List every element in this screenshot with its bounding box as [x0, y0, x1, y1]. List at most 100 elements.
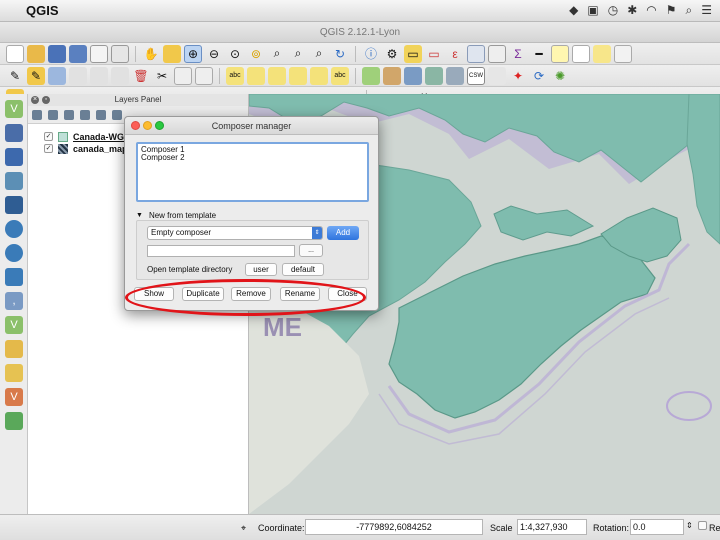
template-path-field[interactable]: [147, 245, 295, 257]
toggle-editing-icon[interactable]: ✎: [27, 66, 45, 85]
add-postgis-layer-icon[interactable]: [5, 148, 23, 166]
rotation-field[interactable]: 0.0: [630, 519, 684, 535]
measure-icon[interactable]: ━: [530, 45, 548, 63]
action-icon[interactable]: ⚙: [383, 45, 401, 63]
label-move-icon[interactable]: [289, 66, 307, 85]
add-raster-layer-icon[interactable]: [5, 124, 23, 142]
paste-features-icon[interactable]: [195, 66, 213, 85]
save-edits-icon[interactable]: [48, 66, 66, 85]
add-raster-icon[interactable]: [383, 66, 401, 85]
html-annotation-icon[interactable]: [614, 44, 632, 63]
render-checkbox[interactable]: [698, 521, 707, 532]
close-window-icon[interactable]: [131, 121, 140, 130]
label-show-hide-icon[interactable]: [268, 66, 286, 85]
add-delimited-text-icon[interactable]: ,: [5, 292, 23, 310]
identify-icon[interactable]: ⓘ: [362, 45, 380, 63]
layer-visibility-checkbox[interactable]: ✓: [44, 132, 53, 141]
current-edits-icon[interactable]: ✎: [6, 67, 24, 85]
coordinate-field[interactable]: -7779892,6084252: [305, 519, 483, 535]
zoom-window-icon[interactable]: [155, 121, 164, 130]
add-vector-icon[interactable]: [362, 66, 380, 85]
remove-layer-icon[interactable]: [112, 109, 122, 120]
gps-icon[interactable]: ✺: [551, 67, 569, 85]
composer-manager-icon[interactable]: [111, 44, 129, 63]
add-button[interactable]: Add: [327, 226, 359, 240]
layer-visibility-checkbox[interactable]: ✓: [44, 144, 53, 153]
zoom-last-icon[interactable]: ⌕: [310, 45, 328, 63]
layer-name[interactable]: Canada-WGS: [73, 132, 130, 142]
add-gpx-layer-icon[interactable]: [5, 340, 23, 358]
zoom-selection-icon[interactable]: ⌕: [268, 45, 286, 63]
deselect-icon[interactable]: ▭: [425, 45, 443, 63]
add-spatialite-icon[interactable]: [425, 66, 443, 85]
zoom-in-icon[interactable]: ⊕: [184, 44, 202, 63]
add-vector-layer-icon[interactable]: V: [5, 100, 23, 118]
zoom-actual-icon[interactable]: ⊙: [226, 45, 244, 63]
annotation-icon[interactable]: [551, 44, 569, 63]
new-project-icon[interactable]: [6, 44, 24, 63]
refresh-icon[interactable]: ↻: [331, 45, 349, 63]
list-icon[interactable]: ☰: [701, 3, 712, 18]
user-button[interactable]: user: [245, 263, 277, 276]
new-shapefile-icon[interactable]: [5, 364, 23, 382]
composer-list[interactable]: Composer 1 Composer 2: [136, 142, 369, 202]
add-wfs-layer-icon[interactable]: [5, 268, 23, 286]
browse-button[interactable]: ...: [299, 244, 323, 257]
dropbox-icon[interactable]: ◆: [569, 3, 578, 18]
layer-item[interactable]: ✓ canada_map: [44, 142, 128, 155]
zoom-layer-icon[interactable]: ⌕: [289, 45, 307, 63]
save-project-icon[interactable]: [48, 44, 66, 63]
label-pin-icon[interactable]: [247, 66, 265, 85]
pan-hand-icon[interactable]: ✋: [142, 45, 160, 63]
delete-selected-icon[interactable]: 🗑: [132, 67, 150, 85]
add-postgis-icon[interactable]: [404, 66, 422, 85]
app-menu-name[interactable]: QGIS: [26, 3, 59, 18]
add-wms-layer-icon[interactable]: [5, 220, 23, 238]
csw-icon[interactable]: CSW: [467, 66, 485, 85]
zoom-full-icon[interactable]: ⊚: [247, 45, 265, 63]
new-gpx-icon[interactable]: [5, 412, 23, 430]
text-annotation-icon[interactable]: [572, 44, 590, 63]
scale-field[interactable]: 1:4,327,930: [517, 519, 587, 535]
field-calculator-icon[interactable]: ε: [446, 45, 464, 63]
wifi-icon[interactable]: ◠: [646, 3, 656, 18]
filter-legend-icon[interactable]: [64, 109, 74, 120]
coordinate-toggle-icon[interactable]: ⌖: [241, 523, 246, 534]
add-group-icon[interactable]: [48, 109, 58, 120]
label-change-icon[interactable]: abc: [331, 66, 349, 85]
maple-leaf-icon[interactable]: ✦: [509, 67, 527, 85]
add-wcs-layer-icon[interactable]: [5, 244, 23, 262]
new-composer-icon[interactable]: [90, 44, 108, 63]
template-toggle-label[interactable]: New from template: [149, 211, 216, 220]
python-icon[interactable]: ⟳: [530, 67, 548, 85]
select-features-icon[interactable]: ▭: [404, 44, 422, 63]
label-icon[interactable]: abc: [226, 66, 244, 85]
flag-icon[interactable]: ⚑: [666, 3, 677, 18]
default-button[interactable]: default: [282, 263, 324, 276]
clock-icon[interactable]: ◷: [608, 3, 618, 18]
open-project-icon[interactable]: [27, 44, 45, 63]
open-styling-icon[interactable]: [32, 109, 42, 120]
plugin-icon[interactable]: [488, 66, 506, 85]
move-feature-icon[interactable]: [90, 66, 108, 85]
add-spatialite-layer-icon[interactable]: [5, 172, 23, 190]
label-rotate-icon[interactable]: [310, 66, 328, 85]
add-wms-icon[interactable]: [446, 66, 464, 85]
add-mssql-layer-icon[interactable]: [5, 196, 23, 214]
new-spatialite-icon[interactable]: V: [5, 388, 23, 406]
composer-list-item[interactable]: Composer 2: [141, 154, 364, 162]
collapse-all-icon[interactable]: [96, 109, 106, 120]
search-icon[interactable]: ⌕: [686, 3, 693, 18]
zoom-out-icon[interactable]: ⊖: [205, 45, 223, 63]
minimize-window-icon[interactable]: [143, 121, 152, 130]
add-virtual-layer-icon[interactable]: V: [5, 316, 23, 334]
cut-features-icon[interactable]: ✂: [153, 67, 171, 85]
bluetooth-icon[interactable]: ✱: [627, 3, 637, 18]
save-as-icon[interactable]: [69, 44, 87, 63]
sum-icon[interactable]: Σ: [509, 45, 527, 63]
copy-features-icon[interactable]: [174, 66, 192, 85]
statistics-icon[interactable]: [488, 44, 506, 63]
expand-all-icon[interactable]: [80, 109, 90, 120]
window-icon[interactable]: ▣: [587, 3, 598, 18]
template-toggle[interactable]: ▼ New from template: [136, 210, 369, 220]
